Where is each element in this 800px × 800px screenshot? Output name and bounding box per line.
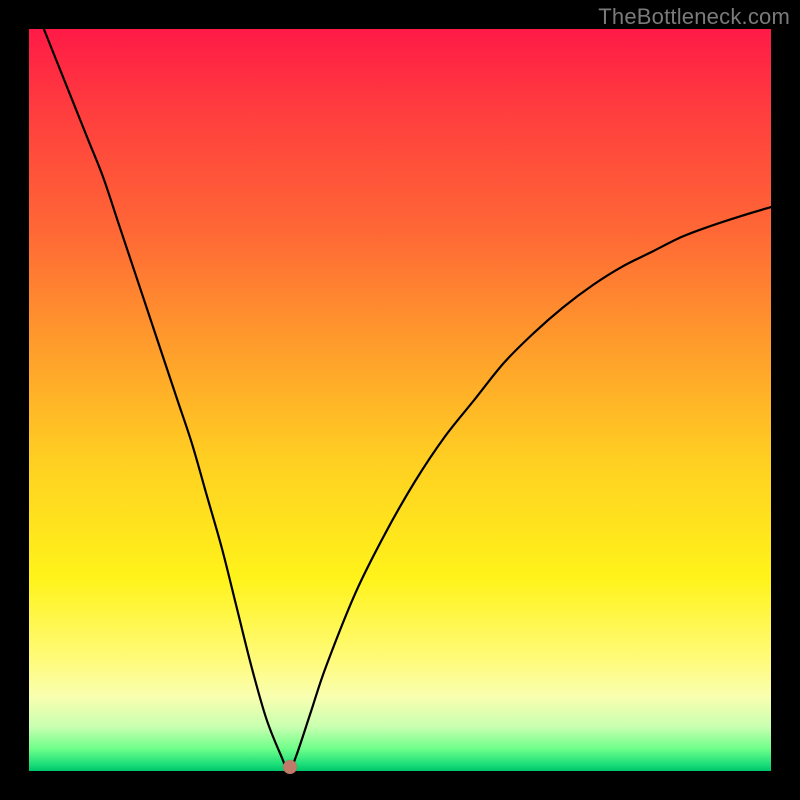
bottleneck-curve [29,29,771,771]
min-marker [283,760,297,774]
plot-area [29,29,771,771]
watermark-text: TheBottleneck.com [598,4,790,30]
chart-frame: TheBottleneck.com [0,0,800,800]
